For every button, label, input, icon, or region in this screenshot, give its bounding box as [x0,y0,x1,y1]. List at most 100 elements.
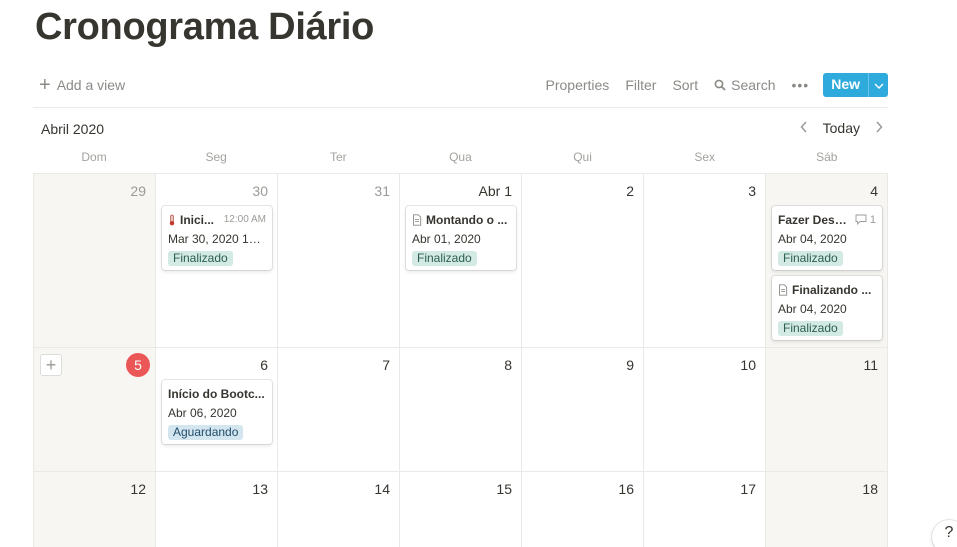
event-card[interactable]: Fazer Desa... 1 Abr 04, 2020 Finalizado [772,206,882,270]
weekday-label: Seg [205,150,227,164]
calendar-day-cell[interactable]: 16 [522,472,644,547]
weekday-header: Dom Seg Ter Qua Qui Sex Sáb [33,150,888,168]
calendar-day-cell[interactable]: 2 [522,174,644,348]
weekday-label: Ter [329,150,347,164]
event-title: Montando o ... [426,212,508,227]
day-number: 17 [740,481,756,497]
new-button[interactable]: New [823,73,868,97]
calendar-week: 29 30 Inici... 12:00 AM Mar 30, 2020 12:… [34,174,888,348]
calendar-day-cell[interactable]: 18 [766,472,888,547]
weekday-label: Sáb [816,150,838,164]
chevron-left-icon[interactable] [795,120,813,136]
add-view-button[interactable]: + Add a view [39,74,125,96]
day-number: 16 [618,481,634,497]
calendar-day-cell[interactable]: 3 [644,174,766,348]
properties-button[interactable]: Properties [538,73,618,97]
toolbar-actions: Properties Filter Sort Search ••• New [538,73,888,97]
calendar-day-cell[interactable]: 10 [644,348,766,472]
page-title: Cronograma Diário [35,6,375,48]
event-title-row: Montando o ... [412,212,510,227]
event-title: Fazer Desa... [778,212,851,227]
new-dropdown-button[interactable] [868,73,888,97]
calendar-day-cell[interactable]: 13 [156,472,278,547]
more-options-icon[interactable]: ••• [783,73,817,97]
day-number: 9 [626,357,634,373]
event-title-row: Início do Bootc... [168,386,266,401]
help-button[interactable]: ? [932,520,957,547]
calendar-week: 12 13 14 15 16 17 18 [34,472,888,547]
status-badge: Finalizado [778,321,843,336]
new-button-group: New [823,73,888,97]
calendar-day-cell[interactable]: 30 Inici... 12:00 AM Mar 30, 2020 12:...… [156,174,278,348]
weekday-label: Sex [694,150,716,164]
event-time: 12:00 AM [223,214,266,225]
day-number: 6 [260,357,268,373]
plus-icon: + [39,74,51,96]
day-number: 4 [870,183,878,199]
event-title: Inici... [180,212,215,227]
weekday-label: Dom [81,150,107,164]
calendar-day-cell[interactable]: 29 [34,174,156,348]
day-number: 10 [740,357,756,373]
event-card[interactable]: Montando o ... Abr 01, 2020 Finalizado [406,206,516,270]
day-number: 29 [130,183,146,199]
calendar-day-cell[interactable]: 17 [644,472,766,547]
today-button[interactable]: Today [819,119,864,137]
calendar-day-cell[interactable]: 11 [766,348,888,472]
calendar-day-cell[interactable]: 8 [400,348,522,472]
filter-button[interactable]: Filter [617,73,664,97]
event-date: Abr 04, 2020 [778,302,847,316]
day-number: 12 [130,481,146,497]
day-number: 2 [626,183,634,199]
chevron-down-icon [874,76,884,94]
day-number: 30 [252,183,268,199]
day-number: 11 [863,357,878,373]
calendar-day-cell[interactable]: 31 [278,174,400,348]
event-title: Finalizando ... [792,282,872,297]
search-button[interactable]: Search [706,73,783,97]
status-badge: Finalizado [412,251,477,266]
calendar-day-cell[interactable]: 7 [278,348,400,472]
calendar-day-cell[interactable]: 15 [400,472,522,547]
event-card[interactable]: Inici... 12:00 AM Mar 30, 2020 12:... Fi… [162,206,272,270]
comment-count-value: 1 [869,213,876,226]
calendar-week: + 5 6 Início do Bootc... Abr 06, 2020 Ag… [34,348,888,472]
comment-icon [855,214,867,225]
calendar-header: Abril 2020 Today [33,116,888,140]
day-number: 8 [504,357,512,373]
event-date: Mar 30, 2020 12:... [168,232,266,246]
thermometer-icon [168,214,176,226]
day-number: 7 [382,357,390,373]
day-number: 3 [748,183,756,199]
day-number: 15 [496,481,512,497]
weekday-label: Qua [449,150,472,164]
calendar-day-cell[interactable]: 6 Início do Bootc... Abr 06, 2020 Aguard… [156,348,278,472]
day-number: 31 [374,183,390,199]
event-title-row: Inici... 12:00 AM [168,212,266,227]
chevron-right-icon[interactable] [870,120,888,136]
sort-button[interactable]: Sort [664,73,706,97]
today-badge: 5 [126,353,150,377]
event-date: Abr 06, 2020 [168,406,237,420]
calendar-day-cell[interactable]: 12 [34,472,156,547]
calendar-day-cell[interactable]: + 5 [34,348,156,472]
page-icon [412,213,422,226]
event-card[interactable]: Finalizando ... Abr 04, 2020 Finalizado [772,276,882,340]
event-title-row: Fazer Desa... 1 [778,212,876,227]
calendar-day-cell[interactable]: 9 [522,348,644,472]
search-icon [714,79,726,91]
status-badge: Finalizado [168,251,233,266]
calendar-day-cell[interactable]: Abr 1 Montando o ... Abr 01, 2020 Finali… [400,174,522,348]
event-title: Início do Bootc... [168,386,265,401]
add-event-button[interactable]: + [40,354,62,376]
calendar-day-cell[interactable]: 4 Fazer Desa... 1 Abr 04, 2020 Finalizad… [766,174,888,348]
event-card[interactable]: Início do Bootc... Abr 06, 2020 Aguardan… [162,380,272,444]
day-number: 14 [374,481,390,497]
month-label: Abril 2020 [41,121,105,137]
comment-count: 1 [855,214,876,226]
page-icon [778,283,788,296]
calendar-day-cell[interactable]: 14 [278,472,400,547]
calendar-grid: 29 30 Inici... 12:00 AM Mar 30, 2020 12:… [33,173,888,547]
weekday-label: Qui [573,150,592,164]
event-title-row: Finalizando ... [778,282,876,297]
